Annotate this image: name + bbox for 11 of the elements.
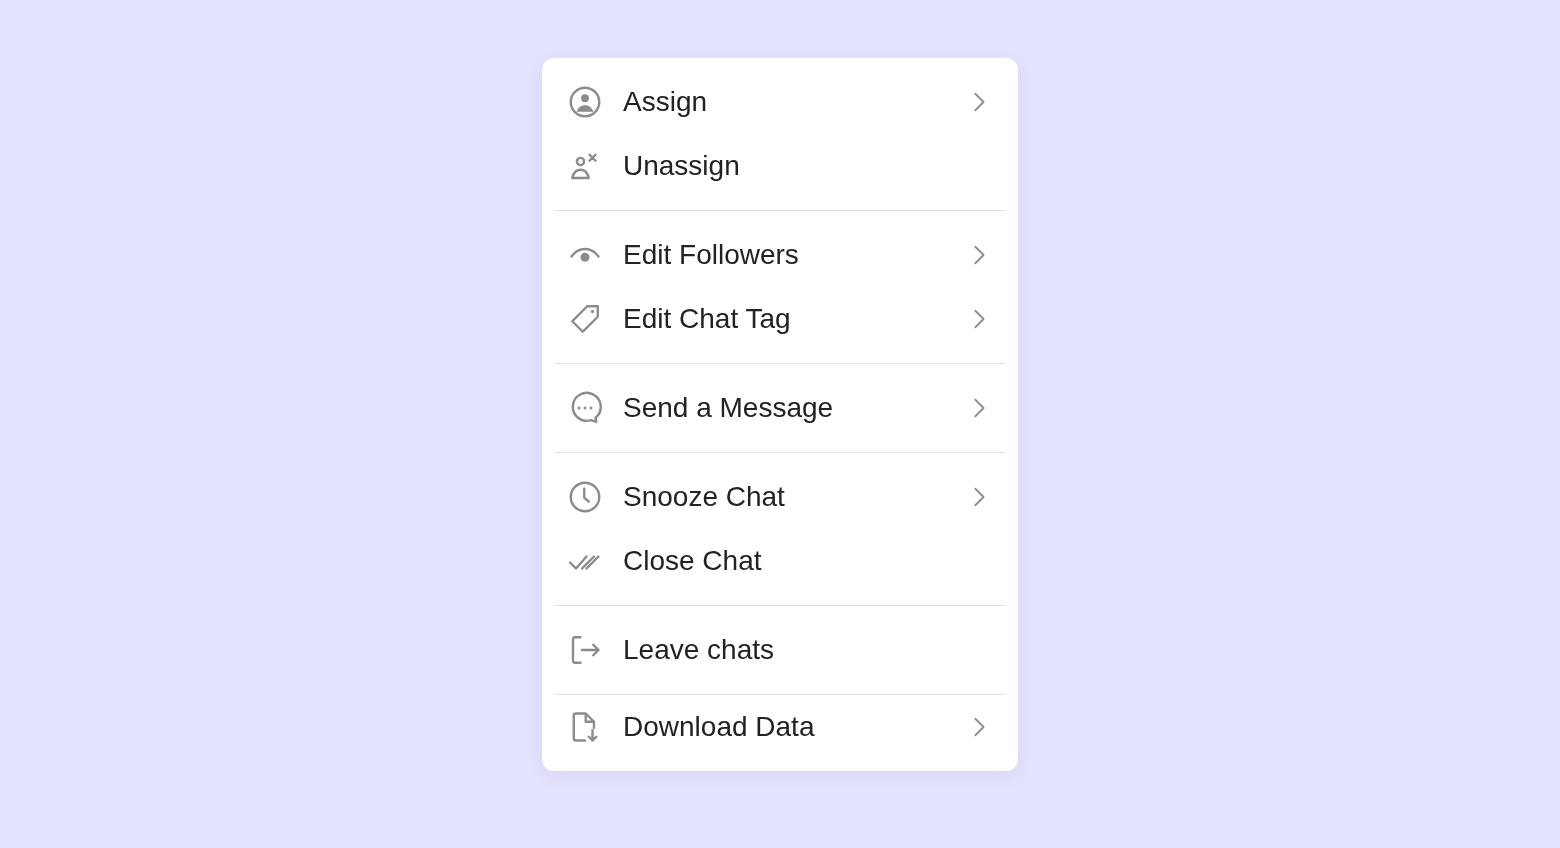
menu-item[interactable]: Assign	[554, 70, 1006, 134]
menu-item[interactable]: Download Data	[554, 695, 1006, 759]
menu-item[interactable]: Edit Followers	[554, 223, 1006, 287]
menu-item[interactable]: Leave chats	[554, 618, 1006, 682]
menu-item[interactable]: Snooze Chat	[554, 465, 1006, 529]
menu-item[interactable]: Close Chat	[554, 529, 1006, 593]
menu-item[interactable]: Send a Message	[554, 376, 1006, 440]
menu-item[interactable]: Unassign	[554, 134, 1006, 198]
clock-icon	[567, 479, 603, 515]
user-circle-icon	[567, 84, 603, 120]
menu-item[interactable]: Edit Chat Tag	[554, 287, 1006, 351]
